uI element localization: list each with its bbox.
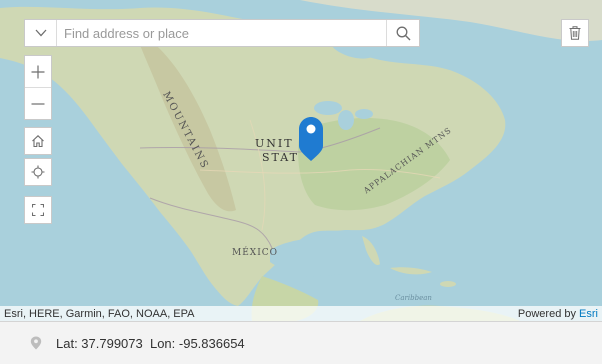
crosshair-icon bbox=[31, 165, 45, 179]
search-button[interactable] bbox=[386, 20, 419, 46]
home-icon bbox=[32, 135, 44, 148]
label-united-states-1: UNIT bbox=[255, 137, 294, 150]
fullscreen-button[interactable] bbox=[24, 196, 52, 224]
zoom-out-button[interactable] bbox=[25, 87, 51, 119]
zoom-controls bbox=[24, 55, 52, 120]
powered-by: Powered by Esri bbox=[518, 308, 598, 320]
zoom-in-button[interactable] bbox=[25, 56, 51, 87]
label-mexico: MÉXICO bbox=[232, 248, 279, 258]
search-source-dropdown[interactable] bbox=[25, 20, 57, 46]
chevron-down-icon bbox=[35, 29, 46, 37]
label-caribbean: Caribbean bbox=[395, 294, 432, 302]
map-widget: MOUNTAINS UNIT STAT APPALACHIAN MTNS MÉX… bbox=[0, 0, 602, 364]
search-icon bbox=[396, 26, 410, 40]
location-status-bar: Lat: 37.799073 Lon: -95.836654 bbox=[0, 321, 602, 364]
search-input[interactable] bbox=[57, 20, 386, 46]
powered-by-prefix: Powered by bbox=[517, 307, 580, 320]
clear-button[interactable] bbox=[561, 19, 589, 47]
expand-icon bbox=[32, 204, 44, 216]
location-marker-icon[interactable] bbox=[298, 116, 324, 162]
trash-icon bbox=[569, 26, 581, 40]
home-button[interactable] bbox=[24, 127, 52, 155]
label-united-states-2: STAT bbox=[262, 151, 299, 164]
location-coordinates: Lat: 37.799073 Lon: -95.836654 bbox=[56, 335, 245, 351]
map-view[interactable]: MOUNTAINS UNIT STAT APPALACHIAN MTNS MÉX… bbox=[0, 0, 602, 321]
esri-link[interactable]: Esri bbox=[579, 308, 598, 320]
minus-icon bbox=[31, 102, 45, 105]
map-attribution: Esri, HERE, Garmin, FAO, NOAA, EPA Power… bbox=[0, 306, 602, 321]
attribution-sources: Esri, HERE, Garmin, FAO, NOAA, EPA bbox=[4, 307, 195, 320]
plus-icon bbox=[31, 65, 45, 78]
locate-button[interactable] bbox=[24, 158, 52, 186]
search-bar bbox=[24, 19, 420, 47]
map-pin-icon bbox=[30, 336, 42, 350]
